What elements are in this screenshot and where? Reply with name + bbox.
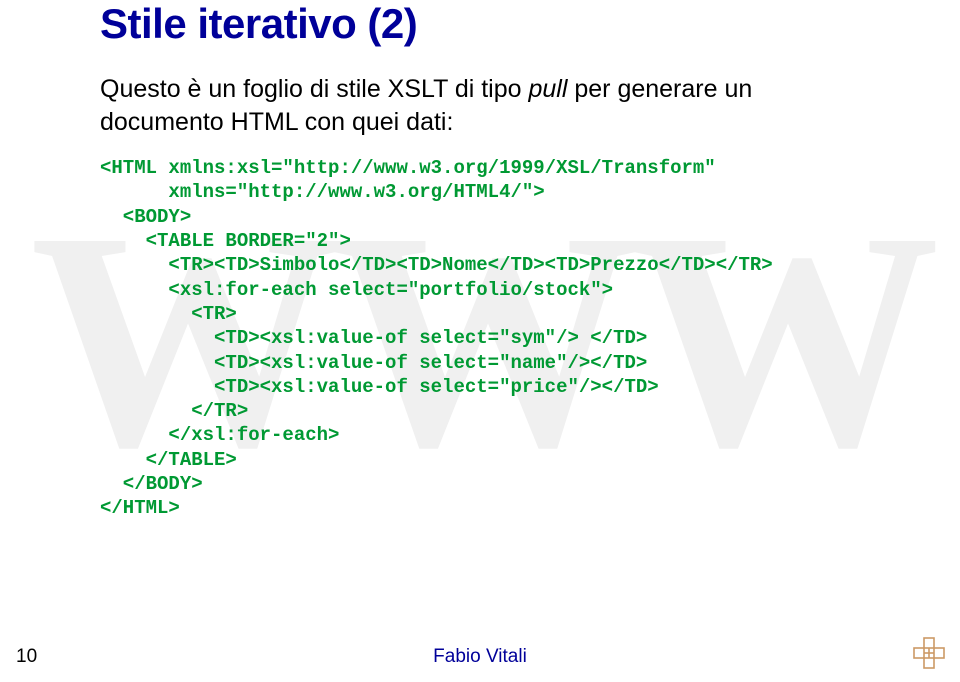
page-number: 10 [16, 646, 37, 668]
intro-text-1: Questo è un foglio di stile XSLT di tipo [100, 75, 529, 103]
intro-paragraph: Questo è un foglio di stile XSLT di tipo… [100, 73, 960, 138]
compass-icon [912, 636, 946, 670]
intro-pull-word: pull [529, 75, 568, 103]
slide-content: Stile iterativo (2) Questo è un foglio d… [0, 0, 960, 521]
author-name: Fabio Vitali [433, 646, 527, 668]
slide-title: Stile iterativo (2) [100, 0, 960, 48]
intro-text-2: documento HTML con quei dati: [100, 108, 453, 136]
code-block: <HTML xmlns:xsl="http://www.w3.org/1999/… [100, 156, 960, 521]
intro-text-1b: per generare un [567, 75, 752, 103]
nav-icon[interactable] [912, 636, 946, 670]
